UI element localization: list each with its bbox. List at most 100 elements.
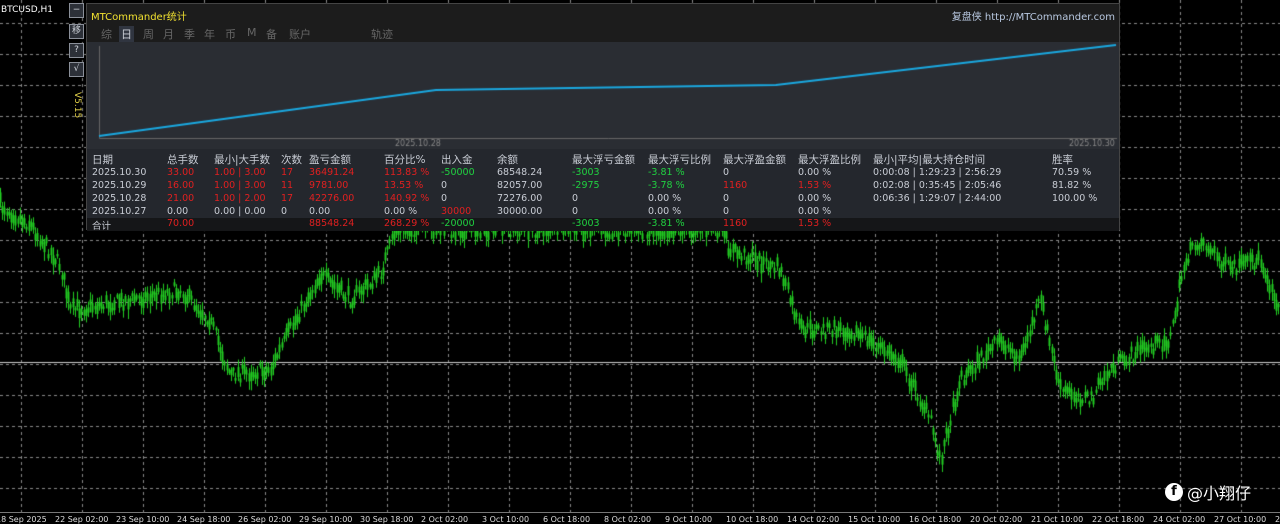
tab-2[interactable]: 周 <box>143 26 154 42</box>
watermark-text: @小翔仔 <box>1187 484 1252 503</box>
table-cell: 21.00 <box>167 193 195 204</box>
table-cell: 0 <box>441 193 448 204</box>
total-row: 合计 70.00 88548.24 268.29 % -20000 -3003 -3.81 … <box>87 218 1119 232</box>
stats-panel: MTCommander统计 复盘侠 http://MTCommander.com… <box>86 3 1120 232</box>
table-cell: 0:00:08 | 1:29:23 | 2:56:29 <box>873 167 1002 178</box>
check-button[interactable]: √ <box>69 62 84 77</box>
period-tabs: 综日周月季年币 M 备账户 轨迹 <box>87 23 1119 42</box>
column-header: 次数 <box>281 154 302 166</box>
table-cell: 33.00 <box>167 167 195 178</box>
table-cell: 0 <box>723 206 730 217</box>
table-cell: 30000.00 <box>497 206 543 217</box>
table-cell: 0.00 % <box>648 206 682 217</box>
table-cell: 1.00 | 3.00 <box>214 180 266 191</box>
table-cell: 17 <box>281 167 294 178</box>
total-cell: 1160 <box>723 218 748 229</box>
table-cell: 2025.10.30 <box>92 167 147 178</box>
table-header: 日期 总手数 最小|大手数 次数 盈亏金额 百分比% 出入金 余额 最大浮亏金额 最大浮亏比例 最大… <box>87 154 1119 167</box>
total-cell: -3003 <box>572 218 600 229</box>
table-cell: 0 <box>723 167 730 178</box>
total-cell: 合计 <box>92 221 112 232</box>
column-header: 最小|平均|最大持仓时间 <box>873 154 986 166</box>
tab-10[interactable]: 轨迹 <box>371 26 393 42</box>
table-cell: 0 <box>572 206 579 217</box>
column-header: 最大浮亏金额 <box>572 154 635 166</box>
tab-4[interactable]: 季 <box>184 26 195 42</box>
table-cell: -3.81 % <box>648 167 685 178</box>
column-header: 最大浮盈金额 <box>723 154 786 166</box>
column-header: 出入金 <box>441 154 473 166</box>
total-cell: 268.29 % <box>384 218 430 229</box>
table-cell: 1160 <box>723 180 748 191</box>
tab-8[interactable]: 备 <box>266 26 277 42</box>
total-cell: -3.81 % <box>648 218 685 229</box>
table-cell: -3.78 % <box>648 180 685 191</box>
table-cell: 0:02:08 | 0:35:45 | 2:05:46 <box>873 180 1002 191</box>
table-cell: 11 <box>281 180 294 191</box>
table-cell: 0.00 <box>167 206 189 217</box>
total-cell: 70.00 <box>167 218 195 229</box>
column-header: 最大浮亏比例 <box>648 154 711 166</box>
total-cell: 1.53 % <box>798 218 832 229</box>
table-cell: 0.00 % <box>798 167 832 178</box>
table-cell: 0 <box>441 180 448 191</box>
table-cell: 113.83 % <box>384 167 430 178</box>
table-cell: 100.00 % <box>1052 193 1098 204</box>
table-cell: 0.00 % <box>648 193 682 204</box>
table-cell: 82057.00 <box>497 180 543 191</box>
table-cell: 1.00 | 2.00 <box>214 193 266 204</box>
table-cell: 42276.00 <box>309 193 355 204</box>
table-cell: 81.82 % <box>1052 180 1092 191</box>
tab-7[interactable]: M <box>247 26 257 39</box>
table-cell: -3003 <box>572 167 600 178</box>
table-cell: 16.00 <box>167 180 195 191</box>
table-row: 2025.10.29 16.00 1.00 | 3.00 11 9781.00 13.53… <box>87 180 1119 193</box>
column-header: 最小|大手数 <box>214 154 271 166</box>
table-cell: 36491.24 <box>309 167 355 178</box>
table-cell: 2025.10.28 <box>92 193 147 204</box>
total-cell: 88548.24 <box>309 218 355 229</box>
watermark: f @小翔仔 <box>1165 480 1251 504</box>
column-header: 盈亏金额 <box>309 154 351 166</box>
table-cell: 0.00 % <box>798 206 832 217</box>
tab-1[interactable]: 日 <box>119 26 134 42</box>
column-header: 最大浮盈比例 <box>798 154 861 166</box>
table-cell: 72276.00 <box>497 193 543 204</box>
tab-5[interactable]: 年 <box>204 26 215 42</box>
minimize-button[interactable]: − <box>69 3 84 18</box>
move-button[interactable]: 移 <box>69 24 84 39</box>
tab-3[interactable]: 月 <box>163 26 174 42</box>
facebook-icon: f <box>1165 483 1183 501</box>
table-cell: 9781.00 <box>309 180 349 191</box>
column-header: 总手数 <box>167 154 199 166</box>
column-header: 余额 <box>497 154 518 166</box>
table-row: 2025.10.30 33.00 1.00 | 3.00 17 36491.24 113.… <box>87 167 1119 180</box>
table-row: 2025.10.28 21.00 1.00 | 2.00 17 42276.00 140.… <box>87 193 1119 206</box>
table-cell: 30000 <box>441 206 472 217</box>
table-cell: 140.92 % <box>384 193 430 204</box>
equity-curve <box>87 42 1119 149</box>
table-cell: 0 <box>281 206 288 217</box>
table-cell: 13.53 % <box>384 180 424 191</box>
table-cell: 2025.10.27 <box>92 206 147 217</box>
column-header: 百分比% <box>384 154 426 166</box>
tab-0[interactable]: 综 <box>101 26 112 42</box>
table-cell: 70.59 % <box>1052 167 1092 178</box>
time-axis: 18 Sep 2025 22 Sep 02:00 23 Sep 10:00 24 Se… <box>0 512 1280 524</box>
brand-link[interactable]: 复盘侠 http://MTCommander.com <box>952 8 1115 23</box>
tab-6[interactable]: 币 <box>225 26 236 42</box>
table-cell: 68548.24 <box>497 167 543 178</box>
table-cell: 17 <box>281 193 294 204</box>
table-cell: 0 <box>723 193 730 204</box>
version-label: V5.15 <box>72 92 82 119</box>
table-cell: 0:06:36 | 1:29:07 | 2:44:00 <box>873 193 1002 204</box>
panel-header: MTCommander统计 复盘侠 http://MTCommander.com <box>87 4 1119 23</box>
tab-9[interactable]: 账户 <box>289 26 311 42</box>
panel-title: MTCommander统计 <box>91 12 187 23</box>
column-header: 胜率 <box>1052 154 1073 166</box>
table-cell: 0.00 % <box>384 206 418 217</box>
table-cell: 0.00 | 0.00 <box>214 206 266 217</box>
table-cell: -50000 <box>441 167 475 178</box>
help-button[interactable]: ? <box>69 43 84 58</box>
table-cell: 2025.10.29 <box>92 180 147 191</box>
